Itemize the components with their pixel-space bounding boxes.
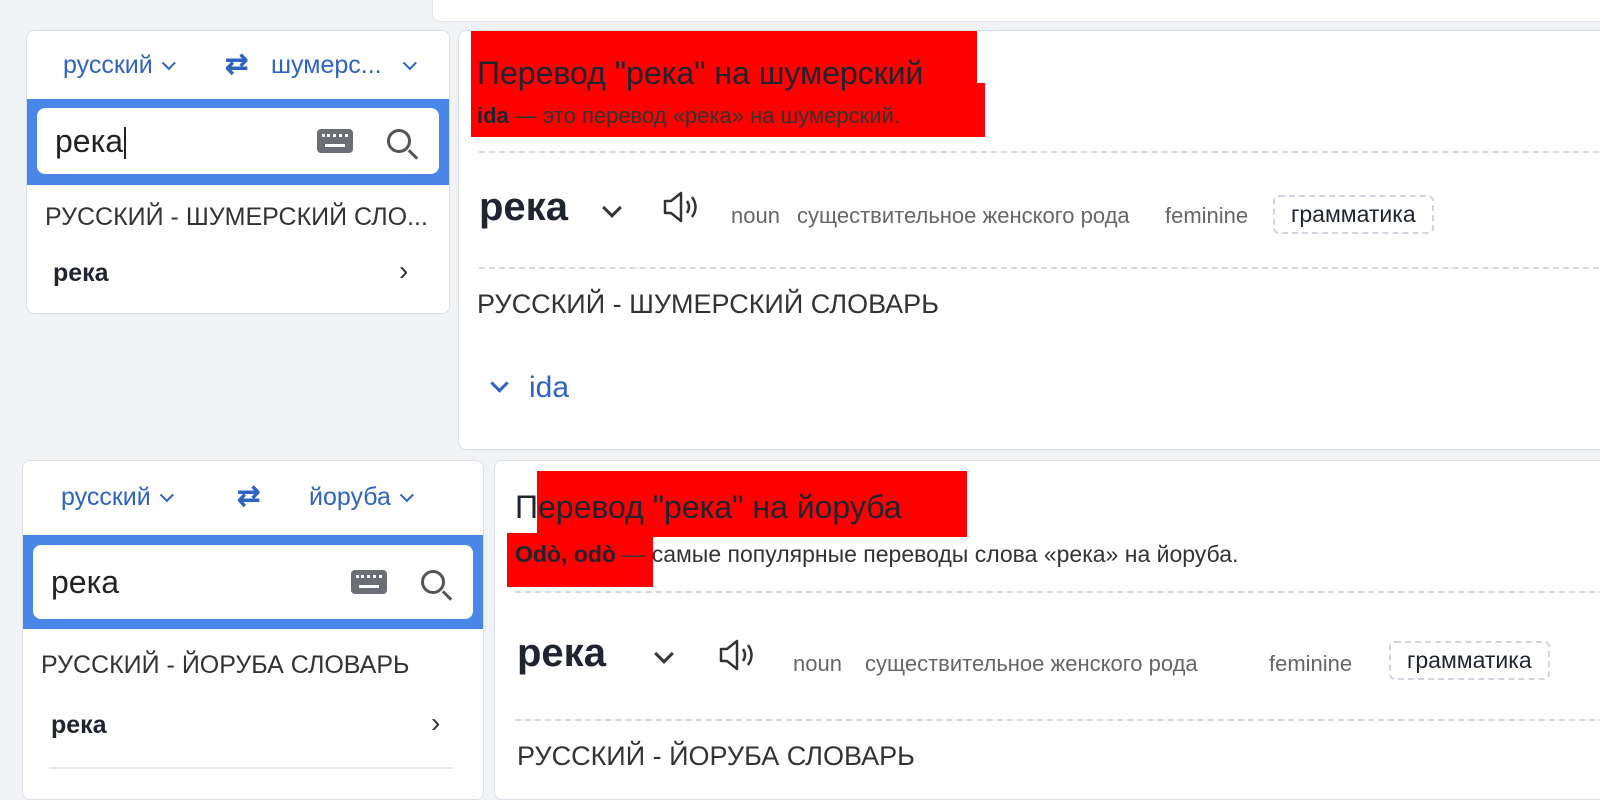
dictionary-heading: РУССКИЙ - ЙОРУБА СЛОВАРЬ <box>517 741 915 771</box>
keyboard-icon[interactable] <box>351 570 387 594</box>
speaker-icon[interactable] <box>717 637 757 673</box>
search-input[interactable]: река <box>37 108 439 174</box>
search-panel-sumerian: русский ⇄ шумерс... река РУССКИЙ - ШУМЕР… <box>26 30 450 314</box>
top-panel-edge <box>432 0 1600 22</box>
subtitle-text: — это перевод «река» на шумерский. <box>508 103 900 128</box>
gender-tag: feminine <box>1165 203 1249 228</box>
gender-tag: feminine <box>1269 651 1353 676</box>
part-of-speech: noun <box>793 651 842 676</box>
translation-link[interactable]: ida <box>529 371 569 405</box>
chevron-right-icon[interactable]: › <box>399 255 408 287</box>
swap-icon[interactable]: ⇄ <box>225 47 248 80</box>
search-query-value: река <box>51 563 120 600</box>
source-language-select[interactable]: русский <box>63 51 176 80</box>
target-language-select[interactable]: йоруба <box>309 483 414 512</box>
dictionary-label: РУССКИЙ - ЙОРУБА СЛОВАРЬ <box>41 651 410 679</box>
chevron-down-icon <box>402 55 417 70</box>
search-field-frame: река <box>27 99 449 185</box>
chevron-down-icon[interactable] <box>654 644 674 664</box>
swap-icon[interactable]: ⇄ <box>237 479 260 512</box>
search-query-text: река <box>37 123 317 160</box>
page-title: Перевод "река" на йоруба <box>515 489 902 525</box>
page-subtitle: ida — это перевод «река» на шумерский. <box>477 103 900 129</box>
page-subtitle: Odò, odò — самые популярные переводы сло… <box>515 541 1238 568</box>
language-selector-row: русский ⇄ йоруба <box>23 461 483 529</box>
search-field-frame: река <box>23 535 483 629</box>
grammar-button[interactable]: грамматика <box>1389 641 1550 680</box>
headword: река <box>517 631 606 675</box>
divider <box>515 719 1600 721</box>
chevron-down-icon[interactable] <box>490 374 509 393</box>
chevron-right-icon[interactable]: › <box>431 707 440 739</box>
result-panel-sumerian: Перевод "река" на шумерский ida — это пе… <box>458 30 1600 450</box>
source-language-label: русский <box>63 51 153 79</box>
dictionary-heading: РУССКИЙ - ШУМЕРСКИЙ СЛОВАРЬ <box>477 289 939 319</box>
target-language-label: шумерс... <box>271 51 382 79</box>
divider <box>479 267 1599 269</box>
target-language-label: йоруба <box>309 483 391 511</box>
search-input[interactable]: река <box>33 545 473 619</box>
part-of-speech: noun <box>731 203 780 228</box>
gender-description: существительное женского рода <box>797 203 1130 228</box>
source-language-label: русский <box>61 483 151 511</box>
result-panel-yoruba: Перевод "река" на йоруба Odò, odò — самы… <box>494 460 1600 800</box>
subtitle-bold: Odò, odò <box>515 541 616 567</box>
keyboard-icon[interactable] <box>317 129 353 153</box>
subtitle-bold: ida <box>477 103 509 128</box>
gender-description: существительное женского рода <box>865 651 1198 676</box>
page-title: Перевод "река" на шумерский <box>477 55 924 91</box>
language-selector-row: русский ⇄ шумерс... <box>27 31 449 99</box>
target-language-select[interactable]: шумерс... <box>271 51 417 80</box>
grammar-button[interactable]: грамматика <box>1273 195 1434 234</box>
search-query-value: река <box>55 122 124 159</box>
divider <box>515 591 1600 593</box>
search-icon[interactable] <box>387 129 411 153</box>
search-icon[interactable] <box>421 570 445 594</box>
divider <box>49 767 453 769</box>
chevron-down-icon <box>161 55 176 70</box>
suggestion-entry[interactable]: река <box>51 711 107 740</box>
headword: река <box>479 185 568 229</box>
divider <box>479 151 1599 153</box>
subtitle-text: самые популярные переводы слова «река» н… <box>651 541 1239 567</box>
subtitle-dash: — <box>615 541 652 567</box>
dictionary-label: РУССКИЙ - ШУМЕРСКИЙ СЛО... <box>45 203 428 231</box>
chevron-down-icon <box>399 487 414 502</box>
text-cursor <box>124 127 127 160</box>
search-panel-yoruba: русский ⇄ йоруба река РУССКИЙ - ЙОРУБА С… <box>22 460 484 800</box>
source-language-select[interactable]: русский <box>61 483 174 512</box>
suggestion-entry[interactable]: река <box>53 259 109 288</box>
speaker-icon[interactable] <box>661 189 701 225</box>
chevron-down-icon[interactable] <box>602 198 622 218</box>
chevron-down-icon <box>159 487 174 502</box>
